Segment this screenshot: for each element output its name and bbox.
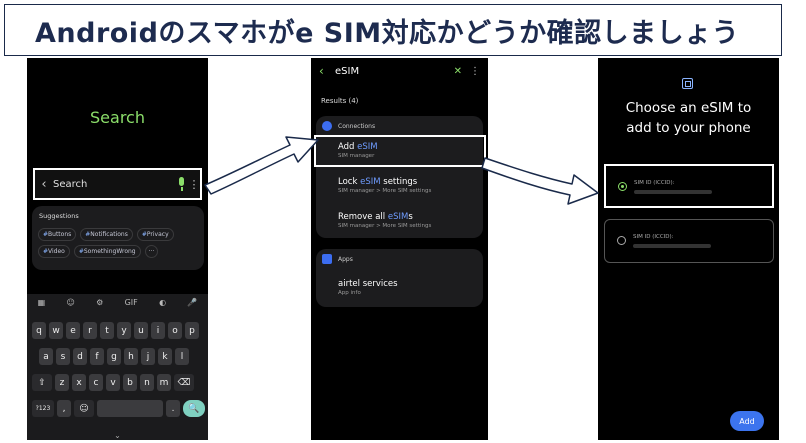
key[interactable]: c: [89, 374, 103, 391]
key[interactable]: d: [73, 348, 87, 365]
key[interactable]: h: [124, 348, 138, 365]
esim-option-selected[interactable]: SIM ID (ICCID):: [604, 164, 774, 208]
key[interactable]: .: [166, 400, 180, 417]
search-input[interactable]: ‹ Search ⋮: [33, 168, 202, 200]
suggestions-panel: Suggestions #Buttons #Notifications #Pri…: [32, 206, 204, 270]
apps-icon: [322, 254, 332, 264]
sim-card-icon: [682, 78, 693, 89]
title-banner: Androidのスマホがe SIM対応かどうか確認しましょう: [4, 4, 782, 56]
phone-search-screen: Search ‹ Search ⋮ Suggestions #Buttons #…: [27, 58, 208, 440]
key[interactable]: w: [49, 322, 63, 339]
palette-icon[interactable]: ◐: [159, 298, 166, 307]
blurred-iccid: [633, 244, 711, 248]
key[interactable]: u: [134, 322, 148, 339]
key[interactable]: q: [32, 322, 46, 339]
arrow-right-icon: [204, 136, 319, 195]
result-airtel-services[interactable]: airtel services App info: [338, 279, 398, 296]
key[interactable]: x: [72, 374, 86, 391]
page-title: Search: [90, 108, 145, 127]
radio-selected-icon[interactable]: [618, 182, 627, 191]
clear-icon[interactable]: ✕: [454, 66, 462, 77]
section-title: Apps: [338, 255, 353, 263]
more-options-icon[interactable]: ⋮: [470, 66, 480, 77]
emoji-key[interactable]: ☺: [74, 400, 94, 417]
suggestion-chip[interactable]: #SomethingWrong: [73, 245, 141, 258]
suggestion-chip[interactable]: #Notifications: [80, 228, 133, 241]
key[interactable]: k: [158, 348, 172, 365]
arrow-right-icon: [481, 157, 599, 205]
key[interactable]: t: [100, 322, 114, 339]
search-key[interactable]: 🔍: [183, 400, 205, 417]
key[interactable]: p: [185, 322, 199, 339]
sticker-icon[interactable]: ☺: [67, 298, 75, 307]
add-button[interactable]: Add: [730, 411, 764, 431]
symbols-key[interactable]: ?123: [32, 400, 54, 417]
mic-icon[interactable]: [176, 177, 188, 191]
apps-card: Apps airtel services App info: [316, 249, 483, 307]
key[interactable]: m: [157, 374, 171, 391]
key[interactable]: a: [39, 348, 53, 365]
key[interactable]: b: [123, 374, 137, 391]
more-options-icon[interactable]: ⋮: [188, 178, 200, 191]
key[interactable]: f: [90, 348, 104, 365]
wifi-icon: [322, 121, 332, 131]
key[interactable]: o: [168, 322, 182, 339]
highlight-box: [314, 135, 486, 167]
suggestion-chip[interactable]: #Buttons: [38, 228, 77, 241]
space-key[interactable]: [97, 400, 163, 417]
esim-option[interactable]: SIM ID (ICCID):: [604, 219, 774, 263]
key[interactable]: j: [141, 348, 155, 365]
phone-choose-esim: Choose an eSIM to add to your phone SIM …: [598, 58, 779, 440]
page-title: Choose an eSIM to add to your phone: [625, 100, 752, 136]
mic-icon[interactable]: 🎤: [187, 298, 197, 307]
key[interactable]: i: [151, 322, 165, 339]
key[interactable]: s: [56, 348, 70, 365]
key[interactable]: n: [140, 374, 154, 391]
key[interactable]: l: [175, 348, 189, 365]
key[interactable]: r: [83, 322, 97, 339]
section-title: Connections: [338, 122, 376, 130]
key[interactable]: y: [117, 322, 131, 339]
key[interactable]: g: [107, 348, 121, 365]
search-placeholder: Search: [53, 178, 88, 190]
key[interactable]: z: [55, 374, 69, 391]
blurred-iccid: [634, 190, 712, 194]
more-chips-button[interactable]: ···: [144, 245, 159, 258]
back-icon[interactable]: ‹: [319, 64, 335, 78]
suggestion-chip[interactable]: #Privacy: [136, 228, 174, 241]
search-query[interactable]: eSIM: [335, 66, 454, 77]
keyboard: ▦ ☺ ⚙ GIF ◐ 🎤 qwertyuiop asdfghjkl ⇧ z x c v b n m ⌫ …: [27, 294, 208, 440]
back-icon[interactable]: ‹: [35, 177, 53, 192]
phone-esim-results: ‹ eSIM ✕ ⋮ Results (4) Connections Add e…: [311, 58, 488, 440]
apps-icon[interactable]: ▦: [38, 298, 46, 307]
shift-key[interactable]: ⇧: [32, 374, 52, 391]
results-count: Results (4): [321, 97, 359, 105]
result-lock-esim[interactable]: Lock eSIM settings SIM manager > More SI…: [338, 177, 431, 194]
key[interactable]: e: [66, 322, 80, 339]
result-remove-esims[interactable]: Remove all eSIMs SIM manager > More SIM …: [338, 212, 431, 229]
key[interactable]: ,: [57, 400, 71, 417]
radio-icon[interactable]: [617, 236, 626, 245]
backspace-key[interactable]: ⌫: [174, 374, 194, 391]
gif-icon[interactable]: GIF: [125, 298, 138, 307]
key[interactable]: v: [106, 374, 120, 391]
gear-icon[interactable]: ⚙: [96, 298, 103, 307]
banner-text: Androidのスマホがe SIM対応かどうか確認しましょう: [35, 17, 740, 49]
suggestion-chip[interactable]: #Video: [38, 245, 70, 258]
suggestions-title: Suggestions: [39, 212, 79, 220]
keyboard-collapse-icon[interactable]: ⌄: [27, 431, 208, 440]
